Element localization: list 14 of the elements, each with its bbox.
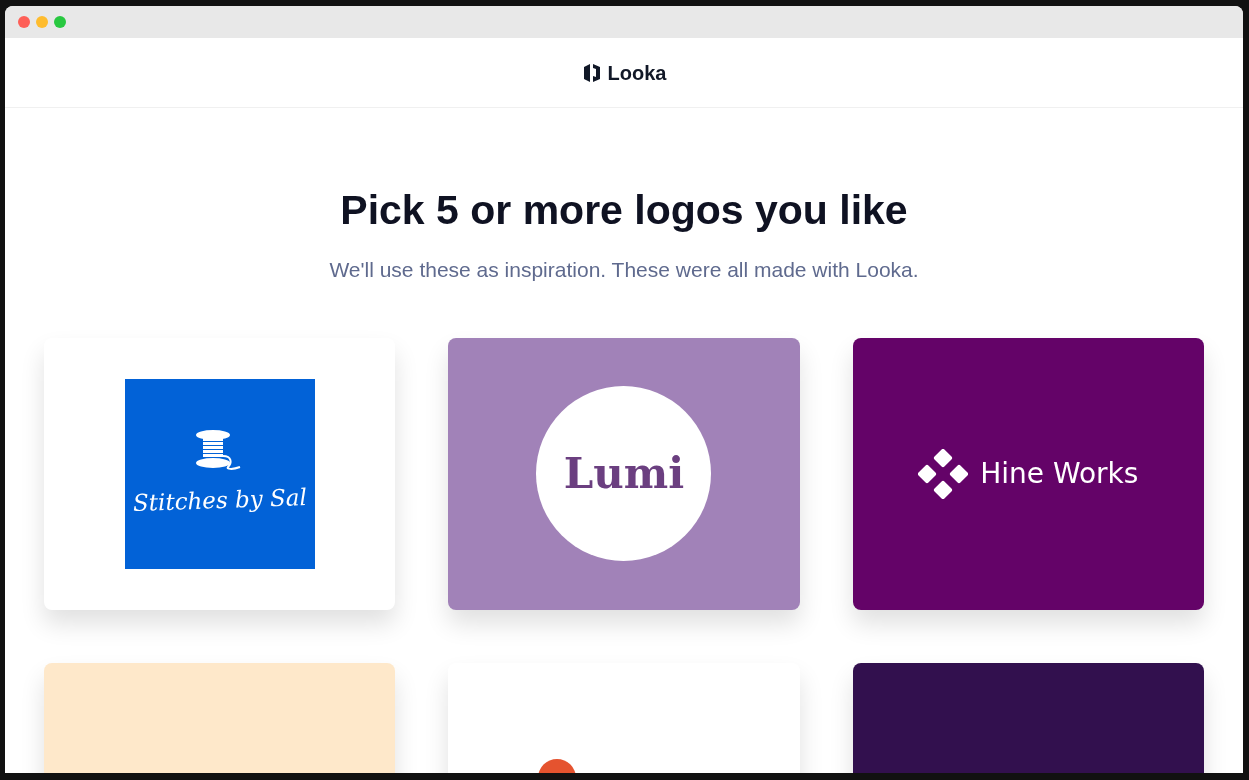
- logo-icon: [581, 62, 602, 83]
- minimize-icon[interactable]: [36, 16, 48, 28]
- logo-name: Stitches by Sal: [132, 483, 308, 519]
- logo-name: Lumi: [563, 448, 685, 500]
- maximize-icon[interactable]: [54, 16, 66, 28]
- page-subtitle: We'll use these as inspiration. These were all made with Looka.: [328, 257, 920, 283]
- logo-name: Hine Works: [980, 455, 1139, 492]
- logo-card[interactable]: Lumi: [448, 337, 800, 610]
- diamonds-icon: [918, 448, 969, 499]
- brand-name: Looka: [607, 60, 667, 86]
- logo-card[interactable]: Hine Works: [852, 337, 1204, 610]
- close-icon[interactable]: [18, 16, 30, 28]
- logo-card[interactable]: Stitches by Sal: [44, 337, 396, 610]
- page-heading: Pick 5 or more logos you like: [339, 186, 909, 235]
